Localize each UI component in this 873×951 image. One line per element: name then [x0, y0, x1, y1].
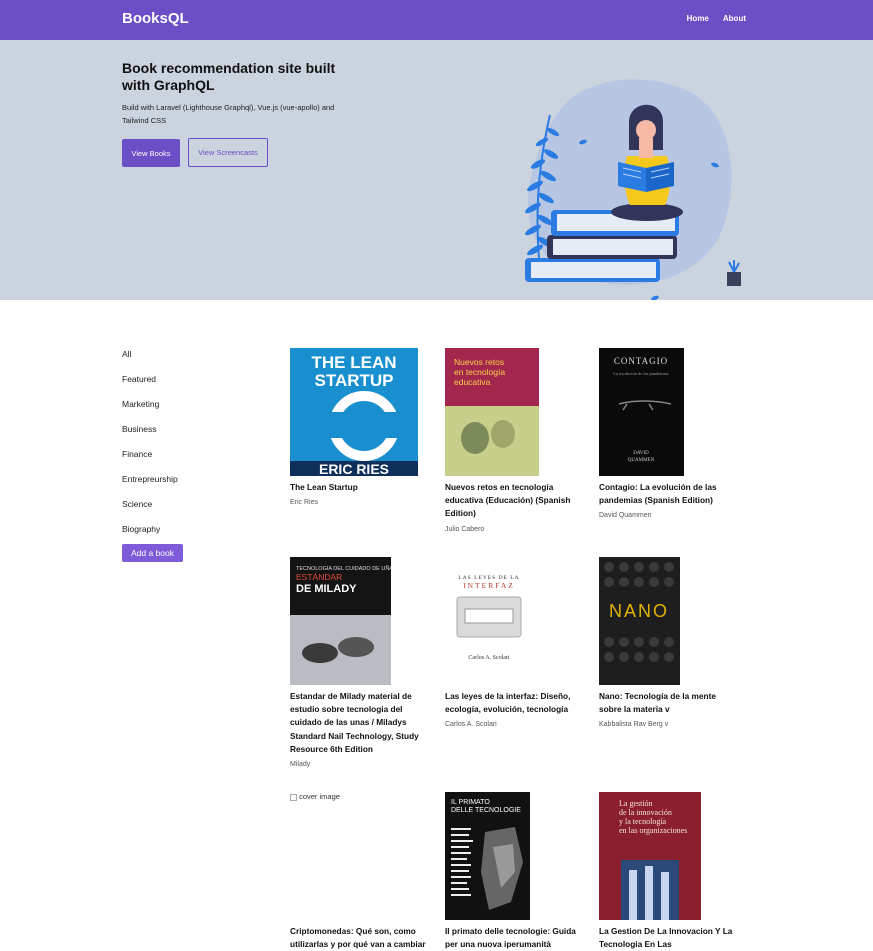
book-cover[interactable]: IL PRIMATO DELLE TECNOLOGIE: [445, 792, 530, 920]
book-title[interactable]: Las leyes de la interfaz: Diseño, ecolog…: [445, 690, 585, 716]
svg-text:IL PRIMATO: IL PRIMATO: [451, 799, 490, 806]
book-cover[interactable]: CONTAGIO La evolución de las pandemias D…: [599, 348, 684, 476]
book-author: Carlos A. Scolari: [445, 721, 497, 729]
svg-text:DE MILADY: DE MILADY: [296, 583, 357, 595]
book-cover[interactable]: NANO: [599, 557, 680, 685]
book-card[interactable]: La gestión de la innovación y la tecnolo…: [599, 792, 739, 951]
nav-links: Home About: [687, 14, 746, 23]
svg-text:DELLE TECNOLOGIE: DELLE TECNOLOGIE: [451, 807, 521, 814]
book-card[interactable]: IL PRIMATO DELLE TECNOLOGIE Il primato d…: [445, 792, 585, 951]
book-title[interactable]: Estandar de Milady material de estudio s…: [290, 690, 430, 756]
book-title[interactable]: Criptomonedas: Qué son, como utilizarlas…: [290, 925, 430, 951]
book-card[interactable]: NANO Nano: Tecnología de la mente sobre …: [599, 557, 739, 728]
svg-text:ERIC RIES: ERIC RIES: [319, 461, 389, 476]
book-card[interactable]: THE LEAN STARTUP ERIC RIES The Lean Star…: [290, 348, 430, 506]
hero-section: Book recommendation site built with Grap…: [0, 40, 873, 300]
svg-text:educativa: educativa: [454, 377, 491, 387]
nav-about-link[interactable]: About: [723, 14, 746, 23]
book-card[interactable]: LAS LEYES DE LA INTERFAZ Carlos A. Scola…: [445, 557, 585, 728]
book-cover[interactable]: LAS LEYES DE LA INTERFAZ Carlos A. Scola…: [445, 557, 533, 685]
category-business[interactable]: Business: [122, 420, 242, 445]
brand-logo[interactable]: BooksQL: [122, 10, 189, 27]
hero-subtitle: Build with Laravel (Lighthouse Graphql),…: [122, 103, 335, 125]
book-author: Kabbalista Rav Berg v: [599, 721, 669, 729]
book-title[interactable]: La Gestion De La Innovacion Y La Tecnolo…: [599, 925, 739, 951]
book-author: Milady: [290, 761, 311, 769]
book-author: Eric Ries: [290, 499, 319, 507]
svg-text:CONTAGIO: CONTAGIO: [614, 356, 668, 366]
svg-text:INTERFAZ: INTERFAZ: [463, 581, 515, 590]
svg-text:en tecnología: en tecnología: [454, 367, 505, 377]
book-cover[interactable]: TECNOLOGÍA DEL CUIDADO DE UÑAS ESTÁNDAR …: [290, 557, 391, 685]
book-card[interactable]: CONTAGIO La evolución de las pandemias D…: [599, 348, 739, 519]
svg-text:La gestión: La gestión: [619, 799, 653, 808]
svg-text:en las organizaciones: en las organizaciones: [619, 826, 687, 835]
category-sidebar: All Featured Marketing Business Finance …: [122, 345, 242, 562]
category-entrepreurship[interactable]: Entrepreurship: [122, 470, 242, 495]
add-book-button[interactable]: Add a book: [122, 544, 183, 562]
category-featured[interactable]: Featured: [122, 370, 242, 395]
svg-text:Carlos A. Scolari: Carlos A. Scolari: [468, 655, 509, 661]
book-title[interactable]: Nuevos retos en tecnología educativa (Ed…: [445, 481, 585, 521]
category-science[interactable]: Science: [122, 495, 242, 520]
book-cover[interactable]: La gestión de la innovación y la tecnolo…: [599, 792, 701, 920]
book-title[interactable]: The Lean Startup: [290, 481, 430, 494]
book-author: Julio Cabero: [445, 525, 485, 533]
book-cover[interactable]: Nuevos retos en tecnología educativa: [445, 348, 539, 476]
book-card[interactable]: cover image Criptomonedas: Qué son, como…: [290, 792, 430, 951]
navbar: BooksQL Home About: [0, 0, 873, 40]
category-finance[interactable]: Finance: [122, 445, 242, 470]
category-all[interactable]: All: [122, 345, 242, 370]
book-cover[interactable]: THE LEAN STARTUP ERIC RIES: [290, 348, 418, 476]
book-cover-broken-image[interactable]: cover image: [290, 792, 430, 920]
book-title[interactable]: Il primato delle tecnologie: Guida per u…: [445, 925, 585, 951]
book-title[interactable]: Contagio: La evolución de las pandemias …: [599, 481, 739, 507]
svg-text:de la innovación: de la innovación: [619, 808, 672, 817]
svg-text:y la tecnología: y la tecnología: [619, 817, 667, 826]
nav-home-link[interactable]: Home: [687, 14, 709, 23]
svg-text:DAVID: DAVID: [633, 451, 649, 456]
view-books-button[interactable]: View Books: [122, 139, 180, 167]
cover-alt-text: cover image: [299, 792, 340, 801]
svg-text:Nuevos retos: Nuevos retos: [454, 357, 504, 367]
svg-text:NANO: NANO: [609, 601, 669, 621]
svg-text:THE LEAN: THE LEAN: [312, 353, 397, 372]
category-biography[interactable]: Biography: [122, 520, 242, 545]
book-title[interactable]: Nano: Tecnología de la mente sobre la ma…: [599, 690, 739, 716]
hero-title: Book recommendation site built with Grap…: [122, 60, 336, 93]
view-screencasts-button[interactable]: View Screencasts: [188, 138, 268, 167]
category-marketing[interactable]: Marketing: [122, 395, 242, 420]
book-author: David Quammen: [599, 512, 652, 520]
svg-text:STARTUP: STARTUP: [314, 371, 393, 390]
svg-text:ESTÁNDAR: ESTÁNDAR: [296, 572, 342, 582]
book-card[interactable]: TECNOLOGÍA DEL CUIDADO DE UÑAS ESTÁNDAR …: [290, 557, 430, 768]
reading-illustration: [525, 79, 741, 300]
svg-text:TECNOLOGÍA DEL CUIDADO DE UÑAS: TECNOLOGÍA DEL CUIDADO DE UÑAS: [296, 565, 391, 572]
svg-text:QUAMMEN: QUAMMEN: [628, 458, 655, 463]
svg-text:La evolución de las pandemias: La evolución de las pandemias: [613, 371, 669, 376]
book-card[interactable]: Nuevos retos en tecnología educativa Nue…: [445, 348, 585, 533]
broken-image-icon: [290, 793, 297, 801]
